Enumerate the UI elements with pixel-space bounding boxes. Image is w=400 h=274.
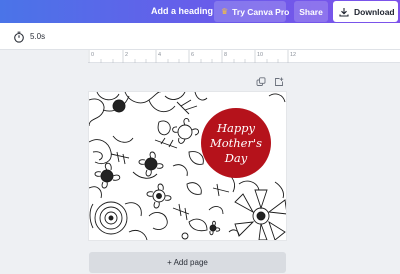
- ruler: 0 2 4 6 8 10 12: [88, 50, 400, 63]
- top-bar: Add a heading ♛ Try Canva Pro Share Down…: [0, 0, 400, 23]
- editor-toolbar: 5.0s: [0, 23, 400, 50]
- crown-icon: ♛: [221, 7, 229, 16]
- ruler-tick-label: 12: [290, 52, 296, 58]
- page-duration[interactable]: 5.0s: [30, 32, 45, 41]
- ruler-tick-label: 10: [257, 52, 263, 58]
- try-canva-pro-label: Try Canva Pro: [232, 6, 290, 17]
- try-canva-pro-button[interactable]: ♛ Try Canva Pro: [214, 1, 290, 22]
- add-page-icon[interactable]: [274, 77, 284, 87]
- download-label: Download: [354, 6, 395, 17]
- ruler-tick-label: 2: [125, 52, 128, 58]
- greeting-line-1: Happy: [216, 120, 256, 135]
- add-page-label: + Add page: [167, 258, 208, 267]
- duplicate-icon[interactable]: [256, 77, 266, 87]
- ruler-tick-label: 6: [191, 52, 194, 58]
- download-icon: [339, 7, 349, 17]
- greeting-line-3: Day: [224, 150, 248, 165]
- stopwatch-icon[interactable]: [13, 31, 25, 43]
- greeting-badge[interactable]: Happy Mother's Day: [201, 108, 271, 178]
- greeting-line-2: Mother's: [209, 135, 263, 150]
- share-button[interactable]: Share: [294, 1, 328, 22]
- share-label: Share: [299, 6, 323, 17]
- design-page[interactable]: Happy Mother's Day: [89, 92, 286, 240]
- ruler-tick-label: 4: [158, 52, 161, 58]
- download-button[interactable]: Download: [333, 1, 398, 22]
- ruler-tick-label: 8: [224, 52, 227, 58]
- add-page-button[interactable]: + Add page: [89, 252, 286, 273]
- add-heading-button[interactable]: Add a heading: [151, 6, 213, 16]
- ruler-tick-label: 0: [91, 52, 94, 58]
